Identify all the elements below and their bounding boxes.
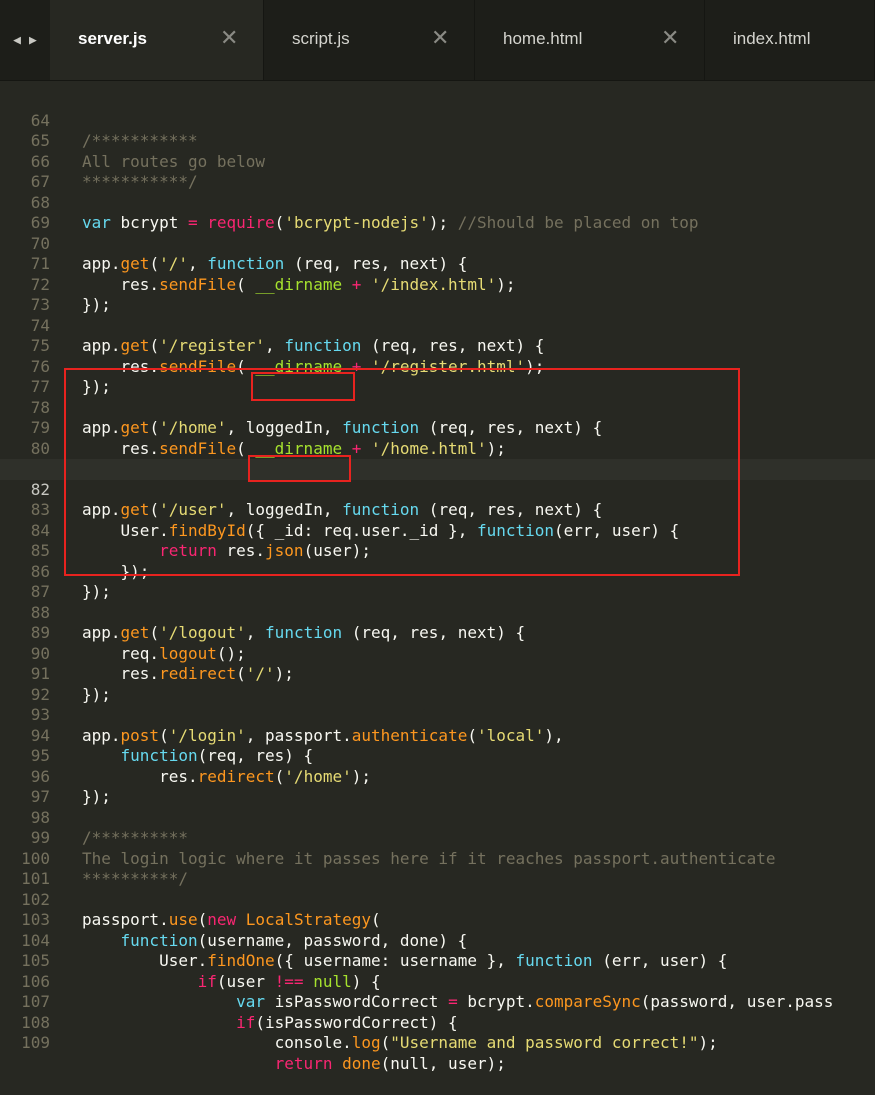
close-icon[interactable]: ✕	[661, 28, 679, 50]
tab-label: home.html	[503, 29, 583, 48]
line-number: 109	[21, 1033, 50, 1052]
code-line: 108 console.log("Username and password c…	[0, 992, 875, 1053]
tab-label: index.html	[733, 29, 811, 48]
code-token: done	[342, 1053, 381, 1073]
code-line: 84 return res.json(user);	[0, 500, 875, 561]
code-line: 75 res.sendFile( __dirname + '/register.…	[0, 316, 875, 376]
tab-script-js[interactable]: script.js ✕	[264, 0, 475, 80]
code-token: (null, user);	[380, 1053, 506, 1073]
tab-label: server.js	[78, 29, 148, 48]
back-arrow-icon[interactable]: ◀	[13, 33, 21, 48]
tab-home-html[interactable]: home.html ✕	[475, 0, 705, 80]
code-token: return	[274, 1053, 333, 1073]
code-line: 100 **********/	[0, 828, 875, 889]
code-token: (	[380, 1033, 391, 1052]
close-icon[interactable]: ✕	[220, 28, 238, 50]
code-line: 85 });	[0, 521, 875, 581]
code-line: 81	[0, 439, 875, 478]
code-line: 101	[0, 849, 875, 888]
tab-index-html[interactable]: index.html	[705, 0, 875, 80]
tab-label: script.js	[292, 29, 350, 48]
code-line: 89 req.logout();	[0, 603, 875, 663]
code-line: 74 app.get('/register', function (req, r…	[0, 295, 875, 356]
code-line: 65 All routes go below	[0, 111, 875, 171]
code-line: 76 });	[0, 336, 875, 397]
code-line: 92	[0, 664, 875, 704]
tab-bar: ◀ ▶ server.js ✕ script.js ✕ home.html ✕ …	[0, 0, 875, 81]
code-line: 64 /***********	[0, 90, 875, 151]
code-token: log	[351, 1033, 381, 1052]
code-line: 83 User.findById({ _id: req.user._id }, …	[0, 480, 875, 540]
code-line: 72 });	[0, 254, 875, 315]
forward-arrow-icon[interactable]: ▶	[29, 33, 37, 48]
code-line: 104 User.findOne({ username: username },…	[0, 910, 875, 971]
code-line: 90 res.redirect('/');	[0, 623, 875, 684]
code-line: 70 app.get('/', function (req, res, next…	[0, 213, 875, 274]
code-line: 66 ***********/	[0, 131, 875, 192]
code-line: 87	[0, 562, 875, 601]
code-editor[interactable]: 64 /*********** 65 All routes go below 6…	[0, 80, 875, 1073]
code-line: 95 res.redirect('/home');	[0, 726, 875, 786]
code-line: 68 var bcrypt = require('bcrypt-nodejs')…	[0, 172, 875, 233]
code-line: 86 });	[0, 541, 875, 602]
code-token: );	[698, 1033, 718, 1052]
code-line: 69	[0, 193, 875, 232]
code-line: 103 function(username, password, done) {	[0, 890, 875, 950]
tab-server-js[interactable]: server.js ✕	[50, 0, 264, 80]
code-line: 109 return done(null, user);	[0, 1013, 875, 1073]
code-line: 73	[0, 275, 875, 314]
code-line: 77	[0, 357, 875, 396]
code-line: 98 /**********	[0, 787, 875, 848]
code-line: 102 passport.use(new LocalStrategy(	[0, 869, 875, 930]
code-token: "Username and password correct!"	[390, 1033, 699, 1052]
code-line: 71 res.sendFile( __dirname + '/index.htm…	[0, 234, 875, 294]
code-line: 105 if(user !== null) {	[0, 931, 875, 991]
code-line: 99 The login logic where it passes here …	[0, 808, 875, 868]
close-icon[interactable]: ✕	[431, 28, 449, 50]
code-line: 80 });	[0, 418, 875, 479]
code-line: 93 app.post('/login', passport.authentic…	[0, 685, 875, 745]
code-line-current: 82 app.get('/user', loggedIn, function (…	[0, 459, 875, 519]
code-line: 78 app.get('/home', loggedIn, function (…	[0, 377, 875, 438]
code-line: 106 var isPasswordCorrect = bcrypt.compa…	[0, 951, 875, 1012]
code-line: 91 });	[0, 644, 875, 704]
code-line: 107 if(isPasswordCorrect) {	[0, 972, 875, 1032]
code-line: 67	[0, 152, 875, 191]
code-line: 88 app.get('/logout', function (req, res…	[0, 582, 875, 643]
code-line: 94 function(req, res) {	[0, 705, 875, 766]
code-line: 97	[0, 767, 875, 806]
tab-nav-arrows: ◀ ▶	[0, 0, 50, 80]
code-line: 96 });	[0, 746, 875, 807]
code-line: 79 res.sendFile( __dirname + '/home.html…	[0, 398, 875, 458]
code-token: console.	[82, 1033, 352, 1052]
